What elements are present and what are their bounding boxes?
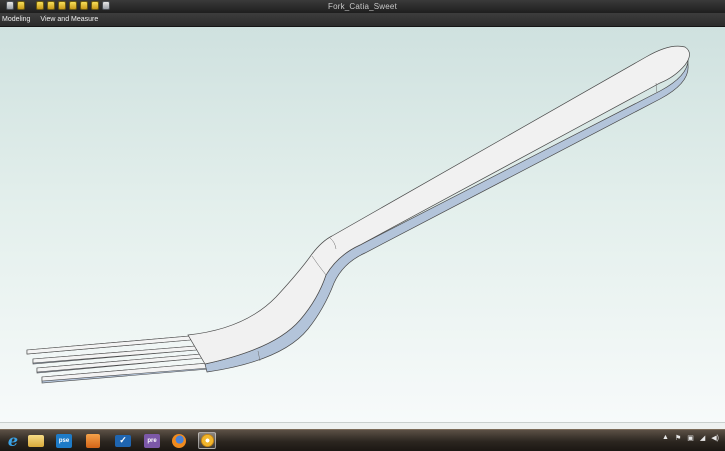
firefox-glyph — [172, 433, 186, 448]
menu-item-modeling[interactable]: Modeling — [0, 13, 35, 26]
flag-icon[interactable]: ⚑ — [675, 434, 681, 442]
folder-glyph — [28, 434, 44, 447]
taskbar: e pse ✓ pre ▲ ⚑ ▣ ◢ ◀) — [0, 429, 725, 451]
volume-icon[interactable]: ◀) — [711, 434, 719, 442]
gear-glyph — [200, 434, 214, 447]
show-hidden-icons-icon[interactable]: ▲ — [662, 434, 669, 442]
status-bar — [0, 422, 725, 429]
network-icon[interactable]: ▣ — [687, 434, 694, 442]
window-title: Fork_Catia_Sweet — [327, 2, 397, 11]
fork-model[interactable] — [0, 27, 725, 422]
internet-explorer-icon[interactable]: e — [4, 431, 22, 450]
media-glyph — [86, 433, 100, 448]
ie-glyph: e — [7, 431, 19, 450]
pse-label: pse — [56, 433, 72, 448]
fork-tines — [26, 335, 212, 382]
file-explorer-icon[interactable] — [27, 432, 45, 449]
3d-viewport[interactable] — [0, 27, 725, 422]
menu-item-view-and-measure[interactable]: View and Measure — [35, 13, 103, 26]
signal-icon[interactable]: ◢ — [700, 434, 705, 442]
pre-label: pre — [144, 433, 160, 448]
firefox-icon[interactable] — [170, 432, 188, 449]
premiere-elements-icon[interactable]: pre — [143, 432, 161, 449]
media-player-icon[interactable] — [84, 432, 102, 449]
system-tray: ▲ ⚑ ▣ ◢ ◀) — [662, 434, 719, 442]
menu-bar: Modeling View and Measure — [0, 13, 725, 27]
settings-app-icon[interactable] — [198, 432, 216, 449]
title-bar: Fork_Catia_Sweet — [0, 0, 725, 14]
check-glyph: ✓ — [115, 434, 131, 447]
photoshop-elements-icon[interactable]: pse — [55, 432, 73, 449]
checkmark-app-icon[interactable]: ✓ — [114, 432, 132, 449]
